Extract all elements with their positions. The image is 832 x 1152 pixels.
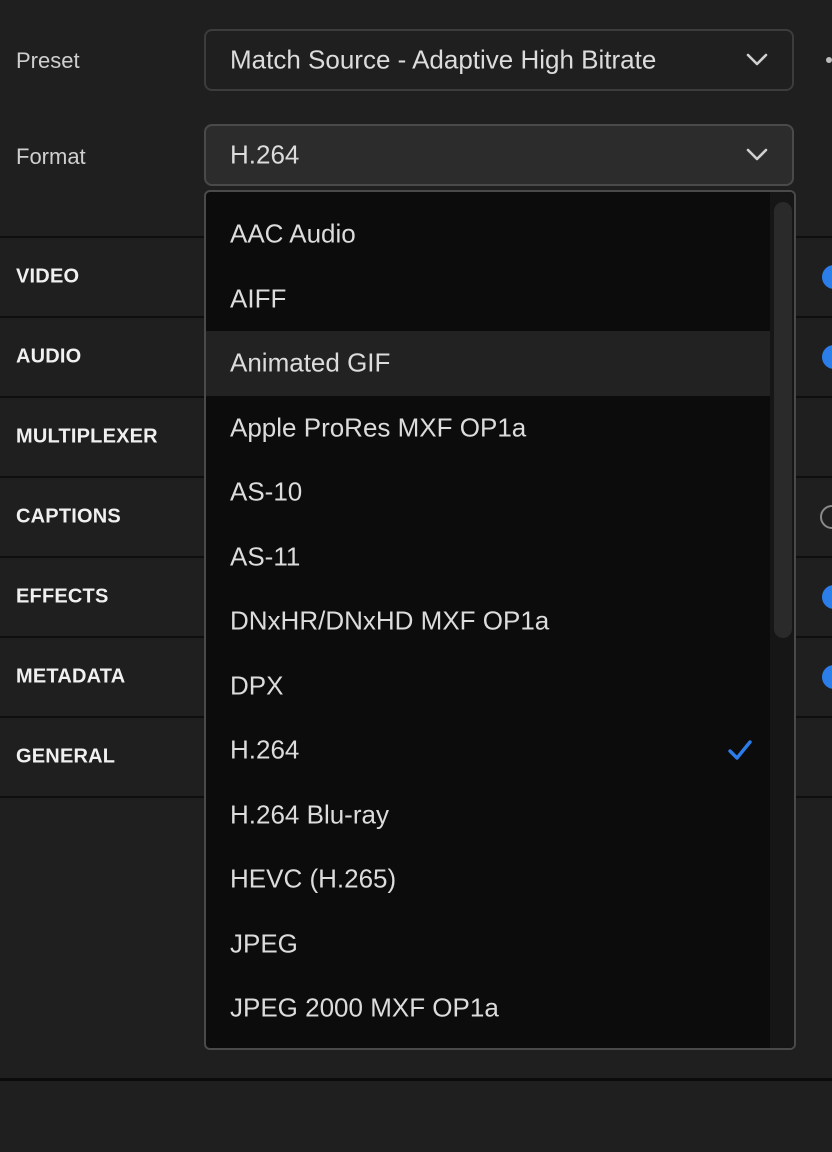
format-option-h264[interactable]: H.264	[206, 718, 772, 783]
format-label: Format	[16, 144, 86, 169]
format-dropdown[interactable]: H.264	[204, 124, 794, 186]
option-label: AAC Audio	[230, 218, 356, 249]
section-video-toggle[interactable]	[822, 265, 832, 289]
option-label: Animated GIF	[230, 347, 391, 378]
preset-value: Match Source - Adaptive High Bitrate	[230, 44, 657, 75]
format-option-hevc-h265[interactable]: HEVC (H.265)	[206, 847, 772, 912]
format-option-h264-blu-ray[interactable]: H.264 Blu-ray	[206, 783, 772, 848]
section-metadata-toggle[interactable]	[822, 665, 832, 689]
format-dropdown-menu: AAC Audio AIFF Animated GIF Apple ProRes…	[204, 190, 796, 1050]
format-option-aiff[interactable]: AIFF	[206, 267, 772, 332]
option-label: AIFF	[230, 283, 287, 314]
chevron-down-icon	[746, 53, 768, 66]
preset-label: Preset	[16, 48, 80, 73]
dropdown-scrollbar[interactable]	[770, 192, 794, 1048]
preset-dropdown[interactable]: Match Source - Adaptive High Bitrate	[204, 29, 794, 91]
format-option-jpeg-2000-mxf-op1a[interactable]: JPEG 2000 MXF OP1a	[206, 976, 772, 1041]
option-label: H.264 Blu-ray	[230, 799, 389, 830]
section-general-label: GENERAL	[16, 745, 116, 768]
format-option-animated-gif[interactable]: Animated GIF	[206, 331, 772, 396]
format-option-jpeg[interactable]: JPEG	[206, 912, 772, 977]
option-label: AS-11	[230, 541, 301, 572]
format-option-apple-prores-mxf-op1a[interactable]: Apple ProRes MXF OP1a	[206, 396, 772, 461]
format-option-as-11[interactable]: AS-11	[206, 525, 772, 590]
option-label: HEVC (H.265)	[230, 863, 397, 894]
panel-edge-dot	[826, 57, 832, 63]
section-captions-toggle[interactable]	[820, 505, 832, 529]
section-audio-toggle[interactable]	[822, 345, 832, 369]
section-effects-label: EFFECTS	[16, 585, 109, 608]
option-label: JPEG	[230, 928, 298, 959]
format-option-dnxhr-dnxhd-mxf-op1a[interactable]: DNxHR/DNxHD MXF OP1a	[206, 589, 772, 654]
section-captions-label: CAPTIONS	[16, 505, 121, 528]
format-option-list: AAC Audio AIFF Animated GIF Apple ProRes…	[206, 202, 772, 1041]
format-option-as-10[interactable]: AS-10	[206, 460, 772, 525]
dropdown-scrollbar-thumb[interactable]	[774, 202, 792, 638]
format-option-aac-audio[interactable]: AAC Audio	[206, 202, 772, 267]
checkmark-icon	[728, 740, 752, 760]
option-label: H.264	[230, 734, 300, 765]
option-label: Apple ProRes MXF OP1a	[230, 412, 527, 443]
format-option-dpx[interactable]: DPX	[206, 654, 772, 719]
section-multiplexer-label: MULTIPLEXER	[16, 425, 158, 448]
section-audio-label: AUDIO	[16, 345, 82, 368]
format-value: H.264	[230, 139, 300, 170]
option-label: AS-10	[230, 476, 303, 507]
section-video-label: VIDEO	[16, 265, 80, 288]
section-effects-toggle[interactable]	[822, 585, 832, 609]
option-label: JPEG 2000 MXF OP1a	[230, 992, 499, 1023]
option-label: DNxHR/DNxHD MXF OP1a	[230, 605, 550, 636]
section-metadata-label: METADATA	[16, 665, 126, 688]
chevron-down-icon	[746, 148, 768, 161]
export-settings-panel: Preset Match Source - Adaptive High Bitr…	[0, 0, 832, 1152]
panel-divider	[0, 1078, 832, 1081]
option-label: DPX	[230, 670, 284, 701]
